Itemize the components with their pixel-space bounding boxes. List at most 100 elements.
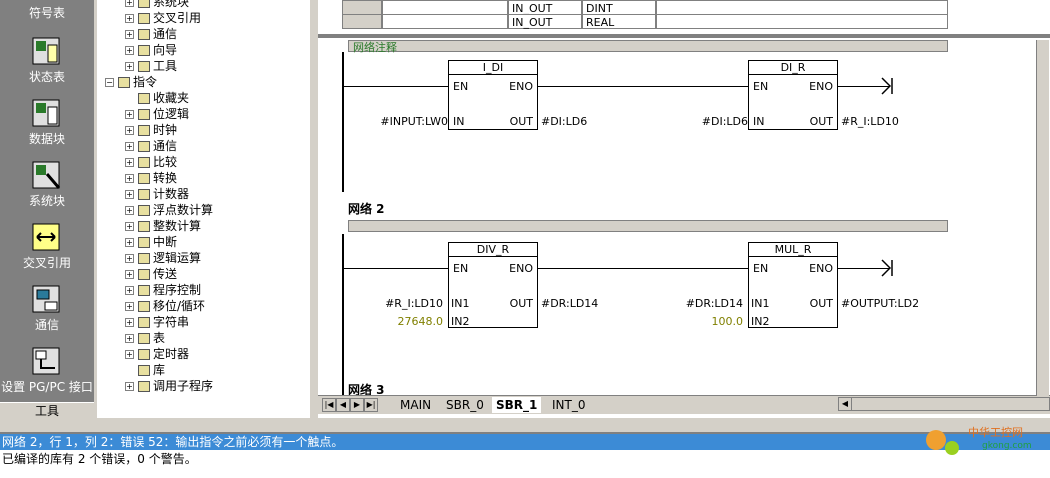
network-comment-bar[interactable] [348,220,948,232]
expand-icon[interactable]: + [125,30,134,39]
tree-item[interactable]: + 比较 [125,154,177,170]
expand-icon[interactable]: + [125,14,134,23]
operand-output[interactable]: #R_I:LD10 [841,116,899,128]
tree-item[interactable]: + 位逻辑 [125,106,189,122]
tree-item[interactable]: + 中断 [125,234,177,250]
tree-item[interactable]: + 通信 [125,138,177,154]
operand-input1[interactable]: #DR:LD14 [686,298,743,310]
communication-icon[interactable] [31,284,61,314]
tab-main[interactable]: MAIN [396,397,435,413]
tree-item[interactable]: + 时钟 [125,122,177,138]
output-error-line[interactable]: 网络 2，行 1，列 2：错误 52：输出指令之前必须有一个触点。 [0,434,1050,450]
tree-item[interactable]: + 字符串 [125,314,189,330]
nav-cross-reference[interactable]: 交叉引用 [0,254,94,271]
block-di-r[interactable]: DI_R EN ENO IN OUT [748,60,838,130]
collapse-icon[interactable]: − [105,78,114,87]
tree-item[interactable]: + 逻辑运算 [125,250,201,266]
vertical-scrollbar[interactable] [1036,40,1049,396]
vt-var-type[interactable]: IN_OUT [508,0,582,15]
network-comment-bar[interactable]: 网络注释 [348,40,948,54]
expand-icon[interactable]: + [125,318,134,327]
nav-group-tools[interactable]: 工具 [0,402,94,419]
tab-sbr-0[interactable]: SBR_0 [442,397,488,413]
tree-item[interactable]: + 向导 [125,42,177,58]
tree-item[interactable]: + 调用子程序 [125,378,213,394]
tree-item[interactable]: + 转换 [125,170,177,186]
tab-sbr-1[interactable]: SBR_1 [492,397,542,413]
expand-icon[interactable]: + [125,350,134,359]
expand-icon[interactable]: + [125,302,134,311]
vt-cell[interactable] [382,14,508,29]
cross-reference-icon[interactable] [31,222,61,252]
vt-cell[interactable] [382,0,508,15]
tree-item[interactable]: + 浮点数计算 [125,202,213,218]
tab-prev-icon[interactable]: ◀ [336,398,350,412]
tab-int-0[interactable]: INT_0 [548,397,589,413]
tree-splitter[interactable] [309,0,318,418]
pg-pc-interface-icon[interactable] [31,346,61,376]
tree-item[interactable]: + 计数器 [125,186,189,202]
expand-icon[interactable]: + [125,110,134,119]
tab-first-icon[interactable]: |◀ [322,398,336,412]
operand-input[interactable]: #DI:LD6 [702,116,748,128]
tree-item[interactable]: + 传送 [125,266,177,282]
horizontal-scrollbar[interactable]: ◀ [838,397,1050,411]
expand-icon[interactable]: + [125,46,134,55]
expand-icon[interactable]: + [125,334,134,343]
expand-icon[interactable]: + [125,158,134,167]
expand-icon[interactable]: + [125,206,134,215]
tree-item[interactable]: +库 [125,362,165,378]
block-mul-r[interactable]: MUL_R EN ENO IN1 OUT IN2 [748,242,838,328]
tree-item[interactable]: + 程序控制 [125,282,201,298]
nav-status-table[interactable]: 状态表 [0,68,94,85]
block-i-di[interactable]: I_DI EN ENO IN OUT [448,60,538,130]
nav-pg-pc-interface[interactable]: 设置 PG/PC 接口 [0,378,94,395]
tree-item[interactable]: − 指令 [105,74,157,90]
expand-icon[interactable]: + [125,238,134,247]
expand-icon[interactable]: + [125,190,134,199]
expand-icon[interactable]: + [125,62,134,71]
nav-communication[interactable]: 通信 [0,316,94,333]
expand-icon[interactable]: + [125,382,134,391]
output-summary-line[interactable]: 已编译的库有 2 个错误，0 个警告。 [0,451,197,467]
operand-output[interactable]: #DI:LD6 [541,116,587,128]
vt-comment[interactable] [656,0,948,15]
expand-icon[interactable]: + [125,286,134,295]
expand-icon[interactable]: + [125,174,134,183]
operand-input2[interactable]: 27648.0 [398,316,444,328]
vt-data-type[interactable]: REAL [582,14,656,29]
system-block-icon[interactable] [31,160,61,190]
tree-item[interactable]: + 整数计算 [125,218,201,234]
tree-item[interactable]: + 定时器 [125,346,189,362]
scroll-left-icon[interactable]: ◀ [839,398,852,410]
expand-icon[interactable]: + [125,270,134,279]
data-block-icon[interactable] [31,98,61,128]
nav-data-block[interactable]: 数据块 [0,130,94,147]
block-div-r[interactable]: DIV_R EN ENO IN1 OUT IN2 [448,242,538,328]
operand-output[interactable]: #OUTPUT:LD2 [841,298,919,310]
tree-item[interactable]: + 交叉引用 [125,10,201,26]
vt-data-type[interactable]: DINT [582,0,656,15]
tree-item[interactable]: + 表 [125,330,165,346]
expand-icon[interactable]: + [125,142,134,151]
vt-var-type[interactable]: IN_OUT [508,14,582,29]
splitter[interactable] [318,34,1050,38]
network-label[interactable]: 网络 2 [348,200,385,217]
operand-output[interactable]: #DR:LD14 [541,298,598,310]
tab-last-icon[interactable]: ▶| [364,398,378,412]
tree-item[interactable]: + 移位/循环 [125,298,205,314]
tree-item[interactable]: + 系统块 [125,0,189,10]
tree-item[interactable]: +收藏夹 [125,90,189,106]
operand-input[interactable]: #INPUT:LW0 [380,116,448,128]
status-table-icon[interactable] [31,36,61,66]
expand-icon[interactable]: + [125,222,134,231]
nav-system-block[interactable]: 系统块 [0,192,94,209]
tab-next-icon[interactable]: ▶ [350,398,364,412]
vt-comment[interactable] [656,14,948,29]
expand-icon[interactable]: + [125,254,134,263]
operand-input1[interactable]: #R_I:LD10 [385,298,443,310]
operand-input2[interactable]: 100.0 [712,316,744,328]
expand-icon[interactable]: + [125,0,134,7]
ladder-editor[interactable] [318,0,1050,418]
expand-icon[interactable]: + [125,126,134,135]
